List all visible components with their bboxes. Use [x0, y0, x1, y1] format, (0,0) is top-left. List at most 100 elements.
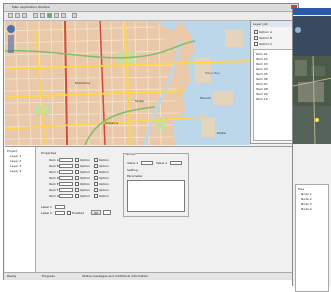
- toolbar-pan-icon[interactable]: [40, 13, 45, 18]
- form-checkbox[interactable]: [94, 182, 98, 186]
- side-list-item[interactable]: Item 07: [256, 82, 268, 86]
- form-field[interactable]: [59, 176, 73, 180]
- form-section-title: Properties: [41, 151, 57, 155]
- satellite-canvas: [293, 16, 331, 144]
- toolbar-settings-icon[interactable]: [61, 13, 66, 18]
- form-checkbox[interactable]: [94, 176, 98, 180]
- form-checkbox[interactable]: [94, 194, 98, 198]
- toolbar-save-icon[interactable]: [22, 13, 27, 18]
- form-checkbox[interactable]: [75, 176, 79, 180]
- tree-item[interactable]: Node 3: [301, 202, 312, 206]
- form-row-label: Item A: [49, 158, 59, 162]
- form-option-label: Option: [80, 170, 91, 174]
- form-option-label: Option: [80, 164, 91, 168]
- side-option-checkbox[interactable]: [254, 30, 258, 34]
- form-option-label: Option: [80, 158, 91, 162]
- side-list-item[interactable]: Item 04: [256, 67, 268, 71]
- tree-item[interactable]: Node 4: [301, 207, 312, 211]
- form-field[interactable]: [59, 194, 73, 198]
- bottom-field[interactable]: [55, 205, 65, 209]
- toolbar-select-icon[interactable]: [47, 13, 52, 18]
- tree-root[interactable]: Project: [7, 149, 17, 153]
- form-option-label: Option: [80, 188, 91, 192]
- form-option-label: Option: [80, 176, 91, 180]
- toolbar-help-icon[interactable]: [72, 13, 77, 18]
- form-option-label: Option: [99, 188, 110, 192]
- form-checkbox[interactable]: [94, 188, 98, 192]
- bottom-label: Label 2: [41, 211, 52, 215]
- form-field[interactable]: [59, 158, 73, 162]
- side-option-checkbox[interactable]: [254, 42, 258, 46]
- form-checkbox[interactable]: [94, 170, 98, 174]
- satellite-view[interactable]: [293, 16, 331, 144]
- form-checkbox[interactable]: [75, 158, 79, 162]
- form-checkbox[interactable]: [94, 158, 98, 162]
- tree-item[interactable]: Layer 4: [10, 169, 21, 173]
- side-option-label: Option A: [259, 30, 273, 34]
- toolbar-zoom-icon[interactable]: [33, 13, 38, 18]
- side-panel-title: Layer List: [253, 22, 268, 26]
- side-list-item[interactable]: Item 10: [256, 97, 268, 101]
- ok-button[interactable]: OK: [91, 210, 101, 215]
- map-label: Tsukiji: [135, 99, 145, 103]
- map-canvas: [5, 21, 250, 145]
- form-option-label: Option: [99, 176, 110, 180]
- group-textarea[interactable]: [127, 180, 185, 212]
- tree-item[interactable]: Node 2: [301, 197, 312, 201]
- bottom-checkbox[interactable]: [67, 211, 71, 215]
- toolbar-open-icon[interactable]: [15, 13, 20, 18]
- title-bar: Main Application Window: [4, 4, 298, 12]
- form-field[interactable]: [59, 182, 73, 186]
- side-list-item[interactable]: Item 02: [256, 57, 268, 61]
- group-row-label: Parameter: [127, 174, 143, 178]
- form-checkbox[interactable]: [75, 164, 79, 168]
- tree-item[interactable]: Node 1: [301, 192, 312, 196]
- second-window-titlebar: [293, 8, 331, 15]
- toolbar-new-icon[interactable]: [8, 13, 13, 18]
- group-row-label: Value 2: [156, 161, 168, 165]
- form-option-label: Option: [99, 182, 110, 186]
- form-option-label: Option: [80, 194, 91, 198]
- group-row-label: Value 1: [127, 161, 139, 165]
- form-row-label: Item E: [49, 182, 59, 186]
- form-checkbox[interactable]: [75, 188, 79, 192]
- side-option-label: Option C: [259, 42, 273, 46]
- form-field[interactable]: [59, 170, 73, 174]
- status-left: Ready: [7, 274, 17, 278]
- side-option-checkbox[interactable]: [254, 36, 258, 40]
- second-window: Tree Node 1 Node 2 Node 3 Node 4: [292, 8, 331, 292]
- tree-item[interactable]: Layer 3: [10, 164, 21, 168]
- map-label: Harumi: [200, 96, 211, 100]
- tree-item[interactable]: Layer 2: [10, 159, 21, 163]
- side-list-item[interactable]: Item 03: [256, 62, 268, 66]
- status-mid: Progress: [42, 274, 55, 278]
- side-list-item[interactable]: Item 08: [256, 87, 268, 91]
- bottom-field[interactable]: [55, 211, 65, 215]
- window-title: Main Application Window: [12, 5, 50, 9]
- form-option-label: Option: [99, 170, 110, 174]
- side-list-item[interactable]: Item 05: [256, 72, 268, 76]
- tree-item[interactable]: Layer 1: [10, 154, 21, 158]
- side-list-item[interactable]: Item 01: [256, 52, 268, 56]
- form-field[interactable]: [59, 164, 73, 168]
- left-tree: Project Layer 1 Layer 2 Layer 3 Layer 4: [5, 147, 36, 272]
- toolbar-layer-icon[interactable]: [54, 13, 59, 18]
- group-field[interactable]: [170, 161, 182, 165]
- side-list[interactable]: Item 01 Item 02 Item 03 Item 04 Item 05 …: [253, 49, 295, 141]
- tree-root[interactable]: Tree: [298, 187, 304, 191]
- form-checkbox[interactable]: [75, 182, 79, 186]
- form-field[interactable]: [59, 188, 73, 192]
- side-list-item[interactable]: Item 06: [256, 77, 268, 81]
- map-view[interactable]: Tokyo Bay Shiodome Tsukiji Harumi Shibau…: [5, 21, 250, 145]
- extra-field[interactable]: [103, 210, 111, 215]
- bottom-label: Label 1: [41, 205, 52, 209]
- form-row-label: Item G: [49, 194, 60, 198]
- form-checkbox[interactable]: [75, 170, 79, 174]
- group-box-title: Group: [126, 152, 136, 156]
- form-option-label: Option: [99, 158, 110, 162]
- group-field[interactable]: [141, 161, 153, 165]
- form-checkbox[interactable]: [75, 194, 79, 198]
- form-option-label: Option: [99, 194, 110, 198]
- form-checkbox[interactable]: [94, 164, 98, 168]
- side-list-item[interactable]: Item 09: [256, 92, 268, 96]
